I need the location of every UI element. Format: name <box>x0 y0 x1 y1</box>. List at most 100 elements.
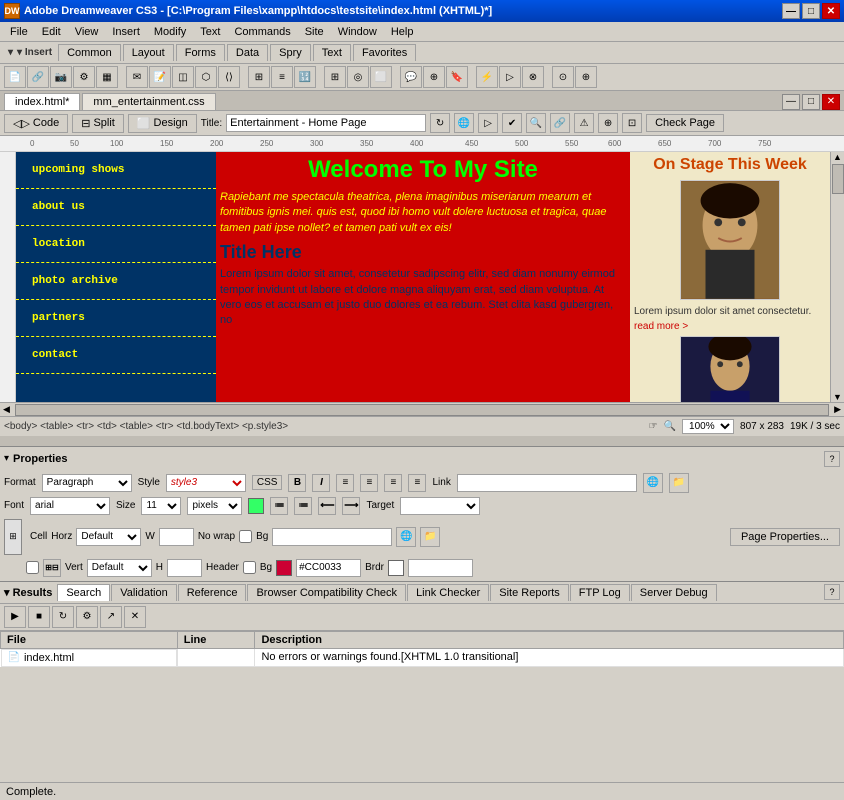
read-more-link[interactable]: read more > <box>634 321 826 332</box>
tool-21[interactable]: ▷ <box>499 66 521 88</box>
results-export-button[interactable]: ↗ <box>100 606 122 628</box>
tool-7[interactable]: 📝 <box>149 66 171 88</box>
doc-minimize-button[interactable]: — <box>782 94 800 110</box>
tab-layout[interactable]: Layout <box>123 44 174 61</box>
tool-10[interactable]: ⟨⟩ <box>218 66 240 88</box>
tool-23[interactable]: ⊙ <box>552 66 574 88</box>
vert-select[interactable]: Default <box>87 559 152 577</box>
tab-text[interactable]: Text <box>313 44 351 61</box>
browse-button[interactable]: 🌐 <box>454 113 474 133</box>
tool-6[interactable]: ✉ <box>126 66 148 88</box>
results-tab-site-reports[interactable]: Site Reports <box>490 584 569 601</box>
doctype-button[interactable]: ⊡ <box>622 113 642 133</box>
menu-view[interactable]: View <box>69 24 105 40</box>
tab-spry[interactable]: Spry <box>270 44 311 61</box>
tool-19[interactable]: 🔖 <box>446 66 468 88</box>
doc-maximize-button[interactable]: □ <box>802 94 820 110</box>
tab-favorites[interactable]: Favorites <box>353 44 416 61</box>
merge-button[interactable]: ⊞⊟ <box>43 559 61 577</box>
results-tab-reference[interactable]: Reference <box>178 584 247 601</box>
tab-css[interactable]: mm_entertainment.css <box>82 93 215 110</box>
bold-button[interactable]: B <box>288 474 306 492</box>
text-color-box[interactable] <box>248 498 264 514</box>
tool-18[interactable]: ⊕ <box>423 66 445 88</box>
ordered-list-button[interactable]: ≔ <box>294 497 312 515</box>
tool-9[interactable]: ⬡ <box>195 66 217 88</box>
nav-upcoming-shows[interactable]: upcoming shows <box>16 152 216 189</box>
tool-13[interactable]: 🔢 <box>294 66 316 88</box>
tool-4[interactable]: ⚙ <box>73 66 95 88</box>
menu-insert[interactable]: Insert <box>106 24 146 40</box>
tool-24[interactable]: ⊕ <box>575 66 597 88</box>
tab-common[interactable]: Common <box>58 44 121 61</box>
doc-close-button[interactable]: ✕ <box>822 94 840 110</box>
results-refresh-button[interactable]: ↻ <box>52 606 74 628</box>
check-links-button[interactable]: 🔗 <box>550 113 570 133</box>
menu-file[interactable]: File <box>4 24 34 40</box>
align-left-button[interactable]: ≡ <box>336 474 354 492</box>
results-stop-button[interactable]: ■ <box>28 606 50 628</box>
results-clear-button[interactable]: ✕ <box>124 606 146 628</box>
target-select[interactable] <box>400 497 480 515</box>
results-tab-links[interactable]: Link Checker <box>407 584 489 601</box>
bg-color-box[interactable] <box>276 560 292 576</box>
vertical-scrollbar[interactable]: ▲ ▼ <box>830 152 844 402</box>
align-right-button[interactable]: ≡ <box>384 474 402 492</box>
link-folder-button[interactable]: 📁 <box>669 473 689 493</box>
tool-5[interactable]: ▦ <box>96 66 118 88</box>
brdr-color-box[interactable] <box>388 560 404 576</box>
menu-commands[interactable]: Commands <box>228 24 296 40</box>
results-tab-search[interactable]: Search <box>57 584 110 601</box>
tool-2[interactable]: 🔗 <box>27 66 49 88</box>
cell-checkbox[interactable] <box>26 561 39 574</box>
bg-browse-button[interactable]: 🌐 <box>396 527 416 547</box>
italic-button[interactable]: I <box>312 474 330 492</box>
page-title-input[interactable] <box>226 114 426 132</box>
tool-16[interactable]: ⬜ <box>370 66 392 88</box>
height-input[interactable] <box>167 559 202 577</box>
tool-11[interactable]: ⊞ <box>248 66 270 88</box>
menu-window[interactable]: Window <box>332 24 383 40</box>
indent-button[interactable]: ⟶ <box>342 497 360 515</box>
tool-15[interactable]: ◎ <box>347 66 369 88</box>
horizontal-scrollbar[interactable]: ◀ ▶ <box>0 402 844 416</box>
brdr-color-input[interactable] <box>408 559 473 577</box>
bg-color-input[interactable] <box>296 559 361 577</box>
menu-help[interactable]: Help <box>385 24 420 40</box>
results-help-button[interactable]: ? <box>824 584 840 600</box>
css-button[interactable]: CSS <box>252 475 283 490</box>
align-center-button[interactable]: ≡ <box>360 474 378 492</box>
size-unit-select[interactable]: pixels <box>187 497 242 515</box>
results-play-button[interactable]: ▶ <box>4 606 26 628</box>
menu-text[interactable]: Text <box>194 24 226 40</box>
results-tab-server-debug[interactable]: Server Debug <box>631 584 717 601</box>
link-input[interactable] <box>457 474 637 492</box>
format-select[interactable]: Paragraph <box>42 474 132 492</box>
maximize-button[interactable]: □ <box>802 3 820 19</box>
results-settings-button[interactable]: ⚙ <box>76 606 98 628</box>
scroll-thumb[interactable] <box>832 164 844 194</box>
check-browser-button[interactable]: ⚠ <box>574 113 594 133</box>
tool-20[interactable]: ⚡ <box>476 66 498 88</box>
tool-12[interactable]: ≡ <box>271 66 293 88</box>
results-tab-ftp[interactable]: FTP Log <box>570 584 630 601</box>
results-tab-browser[interactable]: Browser Compatibility Check <box>247 584 406 601</box>
header-checkbox[interactable] <box>243 561 256 574</box>
nav-location[interactable]: location <box>16 226 216 263</box>
split-view-button[interactable]: ⊟ Split <box>72 114 124 133</box>
nav-photo-archive[interactable]: photo archive <box>16 263 216 300</box>
validate-button[interactable]: ✔ <box>502 113 522 133</box>
width-input[interactable] <box>159 528 194 546</box>
tool-8[interactable]: ◫ <box>172 66 194 88</box>
nav-contact[interactable]: contact <box>16 337 216 374</box>
unordered-list-button[interactable]: ≔ <box>270 497 288 515</box>
menu-edit[interactable]: Edit <box>36 24 67 40</box>
no-wrap-checkbox[interactable] <box>239 530 252 543</box>
preview-button[interactable]: ▷ <box>478 113 498 133</box>
bg-folder-button[interactable]: 📁 <box>420 527 440 547</box>
tab-forms[interactable]: Forms <box>176 44 225 61</box>
debug-button[interactable]: 🔍 <box>526 113 546 133</box>
tool-3[interactable]: 📷 <box>50 66 72 88</box>
nav-partners[interactable]: partners <box>16 300 216 337</box>
menu-modify[interactable]: Modify <box>148 24 192 40</box>
